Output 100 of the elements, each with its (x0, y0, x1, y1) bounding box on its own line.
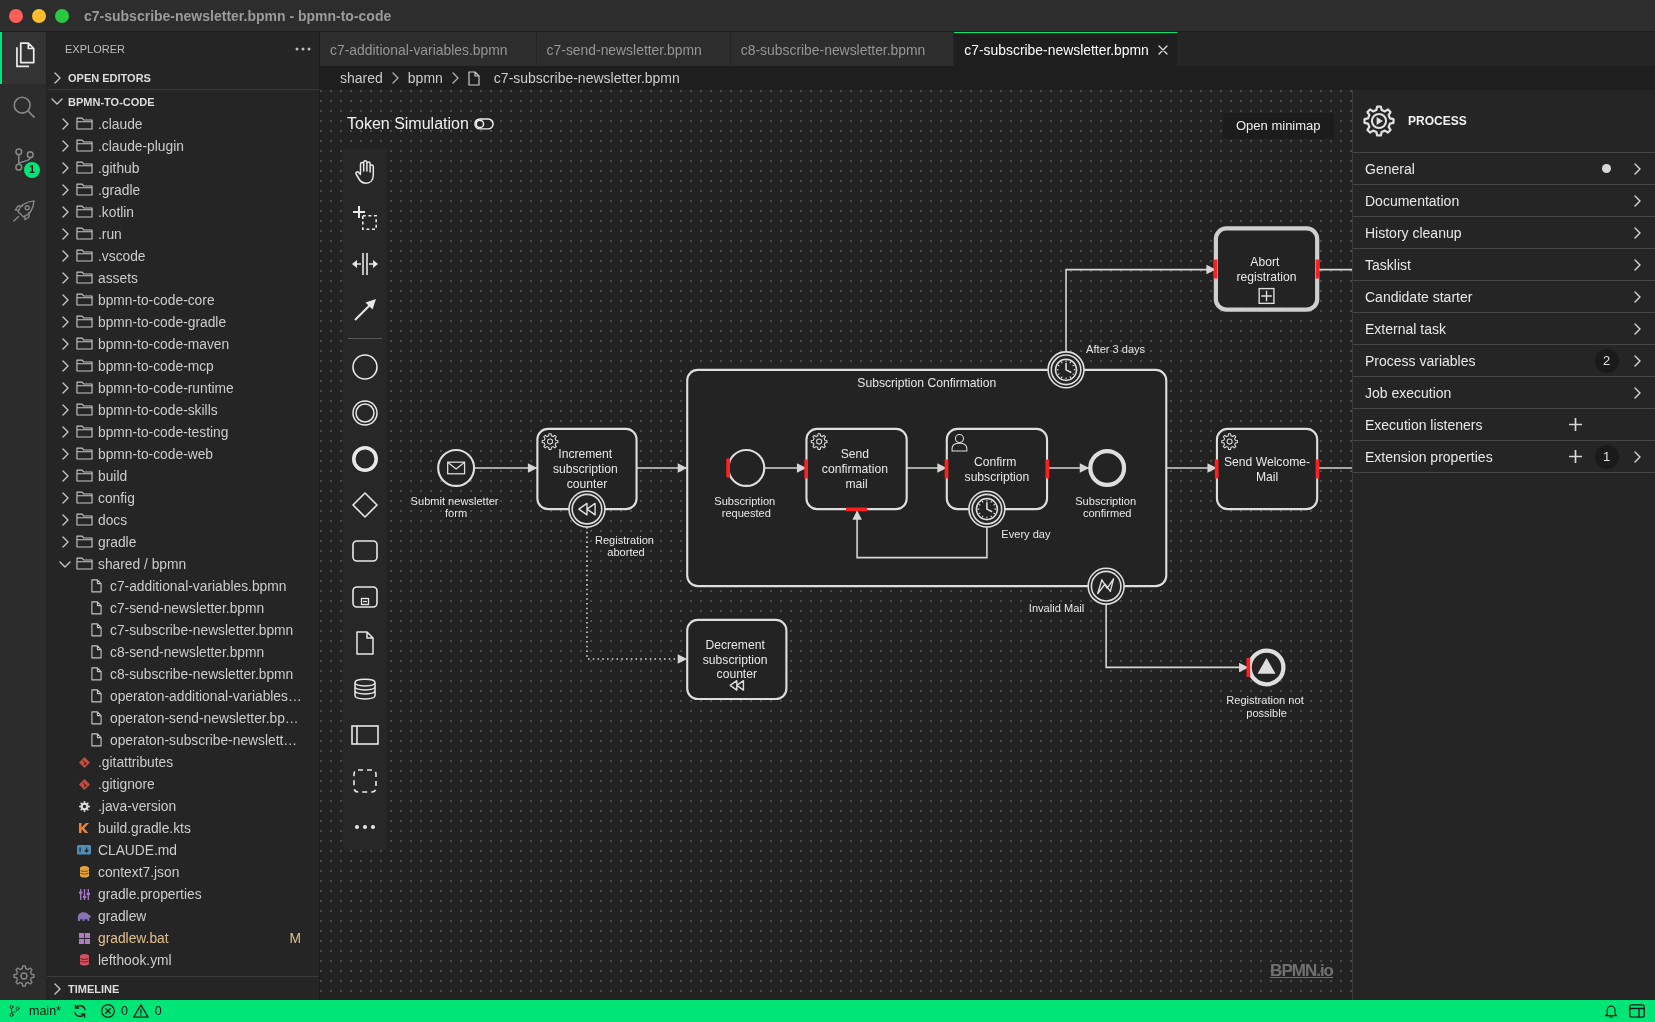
branch-icon[interactable] (13, 147, 35, 171)
diamond-icon[interactable] (352, 492, 378, 518)
chevron-icon[interactable] (1634, 290, 1641, 303)
chevron-icon[interactable] (61, 382, 69, 394)
group-header[interactable]: Tasklist (1365, 256, 1560, 273)
chevron-icon[interactable] (59, 560, 71, 568)
chevron-icon[interactable] (61, 118, 69, 130)
dashed-square-icon[interactable] (353, 769, 377, 793)
folder-name[interactable]: .claude-plugin (98, 138, 184, 154)
chevron-icon[interactable] (51, 98, 63, 105)
branch-icon[interactable] (9, 1005, 20, 1017)
plus-icon[interactable] (1569, 450, 1582, 463)
group-header[interactable]: Candidate starter (1365, 288, 1560, 305)
folder-name[interactable]: bpmn-to-code-web (98, 446, 214, 462)
arrow-icon[interactable] (354, 299, 376, 321)
thick-circle-icon[interactable] (352, 446, 378, 472)
chevron-icon[interactable] (61, 316, 69, 328)
file-name[interactable]: gradlew (98, 908, 147, 924)
section-header[interactable]: OPEN EDITORS (68, 71, 151, 84)
double-circle-icon[interactable] (352, 400, 378, 426)
chevron-icon[interactable] (53, 71, 61, 84)
file-name[interactable]: c7-send-newsletter.bpmn (110, 600, 265, 616)
file-name[interactable]: .gitignore (98, 776, 155, 792)
chevron-icon[interactable] (61, 404, 69, 416)
file-name[interactable]: c8-send-newsletter.bpmn (110, 644, 265, 660)
folder-name[interactable]: .run (98, 226, 122, 242)
settings-icon[interactable] (13, 965, 35, 987)
folder-name[interactable]: bpmn-to-code-runtime (98, 380, 234, 396)
folder-name[interactable]: bpmn-to-code-skills (98, 402, 218, 418)
chevron-icon[interactable] (61, 294, 69, 306)
file-name[interactable]: operaton-additional-variables… (110, 688, 302, 704)
folder-name[interactable]: .vscode (98, 248, 146, 264)
breadcrumb-item[interactable]: c7-subscribe-newsletter.bpmn (493, 70, 680, 86)
group-header[interactable]: Extension properties (1365, 448, 1560, 465)
chevron-icon[interactable] (61, 184, 69, 196)
folder-name[interactable]: docs (98, 512, 128, 528)
file-name[interactable]: c8-subscribe-newsletter.bpmn (110, 666, 294, 682)
chevron-icon[interactable] (53, 982, 61, 995)
document-icon[interactable] (356, 631, 374, 655)
chevron-icon[interactable] (1634, 354, 1641, 367)
bell-icon[interactable] (1604, 1004, 1617, 1018)
group-header[interactable]: Execution listeners (1365, 416, 1560, 433)
folder-name[interactable]: .github (98, 160, 140, 176)
chevron-icon[interactable] (1634, 386, 1641, 399)
branch-name[interactable]: main* (29, 1004, 61, 1018)
file-name[interactable]: context7.json (98, 864, 180, 880)
breadcrumb-item[interactable]: bpmn (407, 70, 443, 86)
rocket-icon[interactable] (13, 200, 35, 222)
open-minimap-button[interactable]: Open minimap (1223, 113, 1334, 139)
chevron-icon[interactable] (61, 360, 69, 372)
breadcrumb-item[interactable]: shared (340, 70, 383, 86)
section-header[interactable]: BPMN-TO-CODE (68, 95, 155, 108)
more-icon[interactable] (295, 47, 311, 51)
circle-icon[interactable] (352, 354, 378, 380)
search-icon[interactable] (13, 96, 35, 118)
chevron-icon[interactable] (61, 492, 69, 504)
folder-name[interactable]: assets (98, 270, 138, 286)
group-header[interactable]: External task (1365, 320, 1560, 337)
folder-name[interactable]: bpmn-to-code-testing (98, 424, 229, 440)
chevron-icon[interactable] (1634, 450, 1641, 463)
chevron-icon[interactable] (1634, 194, 1641, 207)
rounded-rect-icon[interactable] (352, 540, 378, 562)
chevron-icon[interactable] (1634, 258, 1641, 271)
chevron-icon[interactable] (61, 250, 69, 262)
folder-name[interactable]: shared / bpmn (98, 556, 187, 572)
sync-icon[interactable] (72, 1004, 87, 1018)
chevron-icon[interactable] (61, 206, 69, 218)
chevron-icon[interactable] (61, 470, 69, 482)
token-simulation-toggle[interactable]: Token Simulation (347, 114, 494, 134)
editor-tab[interactable]: c8-subscribe-newsletter.bpmn (730, 32, 955, 66)
editor-tab[interactable]: c7-subscribe-newsletter.bpmn (954, 32, 1178, 66)
folder-name[interactable]: .kotlin (98, 204, 135, 220)
group-header[interactable]: General (1365, 160, 1560, 177)
files-icon[interactable] (13, 42, 35, 68)
chevron-icon[interactable] (61, 448, 69, 460)
folder-name[interactable]: .gradle (98, 182, 141, 198)
folder-name[interactable]: config (98, 490, 135, 506)
error-count[interactable]: 0 (120, 1004, 128, 1018)
plus-icon[interactable] (1569, 418, 1582, 431)
group-header[interactable]: History cleanup (1365, 224, 1560, 241)
editor-tab[interactable]: c7-additional-variables.bpmn (320, 32, 537, 66)
more-icon[interactable] (355, 825, 375, 829)
group-header[interactable]: Documentation (1365, 192, 1560, 209)
chevron-icon[interactable] (61, 140, 69, 152)
warning-count[interactable]: 0 (154, 1004, 162, 1018)
folder-name[interactable]: bpmn-to-code-gradle (98, 314, 227, 330)
minimize-window-icon[interactable] (32, 8, 46, 23)
chevron-icon[interactable] (61, 536, 69, 548)
group-header[interactable]: Job execution (1365, 384, 1560, 401)
close-window-icon[interactable] (9, 8, 23, 23)
folder-name[interactable]: bpmn-to-code-core (98, 292, 215, 308)
folder-name[interactable]: build (98, 468, 128, 484)
file-name[interactable]: c7-additional-variables.bpmn (110, 578, 287, 594)
file-name[interactable]: lefthook.yml (98, 952, 172, 968)
chevron-icon[interactable] (1634, 322, 1641, 335)
section-header[interactable]: TIMELINE (68, 982, 120, 995)
maximize-window-icon[interactable] (55, 8, 69, 23)
file-name[interactable]: build.gradle.kts (98, 820, 191, 836)
close-icon[interactable] (1157, 44, 1168, 55)
chevron-icon[interactable] (61, 426, 69, 438)
